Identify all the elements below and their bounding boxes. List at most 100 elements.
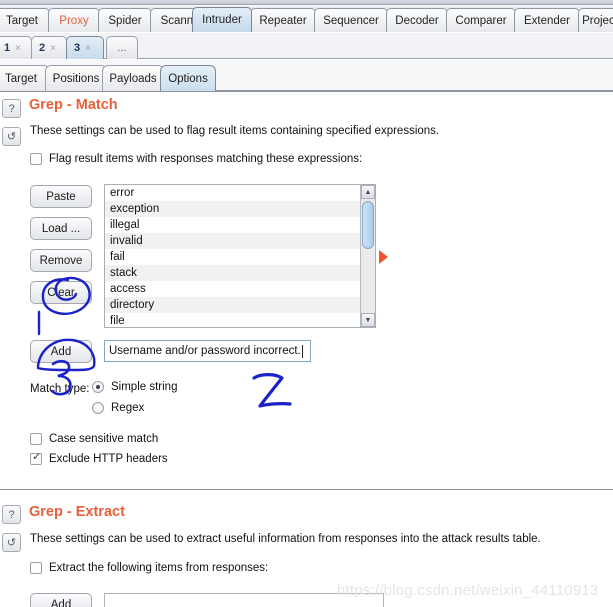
match-type-regex-radio[interactable]: [92, 402, 104, 414]
add-extract-button-label: Add: [50, 598, 72, 607]
main-tab-bar: Target Proxy Spider Scanner Intruder Rep…: [0, 6, 613, 32]
tab-project-options[interactable]: Project op: [578, 8, 613, 32]
tab-intruder[interactable]: Intruder: [192, 7, 252, 32]
watermark: https://blog.csdn.net/weixin_44110913: [337, 582, 599, 599]
grep-match-restore-button[interactable]: ↺: [2, 127, 21, 146]
exclude-http-headers-checkbox[interactable]: [30, 451, 42, 465]
question-mark-icon: ?: [8, 508, 15, 521]
match-type-regex-row[interactable]: Regex: [92, 402, 144, 414]
list-marker-triangle-icon: [379, 250, 388, 264]
annotation-marker-1: [32, 310, 50, 336]
match-expressions-list[interactable]: error exception illegal invalid fail sta…: [104, 184, 376, 328]
attack-tab-1[interactable]: 1 ×: [0, 36, 32, 59]
clear-button[interactable]: Clear: [30, 281, 92, 304]
sub-tab-label: Options: [168, 72, 208, 85]
attack-tab-more-label: ...: [117, 42, 127, 54]
match-type-simple-string-radio[interactable]: [92, 381, 104, 393]
scroll-up-button[interactable]: ▲: [361, 185, 375, 199]
list-item[interactable]: illegal: [105, 217, 375, 233]
flag-result-items-checkbox-row[interactable]: Flag result items with responses matchin…: [30, 153, 362, 165]
tab-spider[interactable]: Spider: [98, 8, 152, 32]
grep-extract-help-button[interactable]: ?: [2, 505, 21, 524]
sub-tab-label: Positions: [52, 72, 100, 85]
caret-up-icon: ▲: [364, 188, 372, 196]
remove-button-label: Remove: [39, 254, 83, 267]
grep-extract-title: Grep - Extract: [29, 504, 125, 520]
list-item[interactable]: invalid: [105, 233, 375, 249]
grep-match-description: These settings can be used to flag resul…: [30, 125, 440, 137]
exclude-http-headers-label: Exclude HTTP headers: [49, 453, 168, 465]
tab-label: Target: [6, 14, 38, 27]
match-type-regex-label: Regex: [111, 402, 145, 414]
intruder-sub-tab-bar: Target Positions Payloads Options: [0, 60, 613, 92]
sub-tab-positions[interactable]: Positions: [45, 65, 107, 91]
match-list-scrollbar[interactable]: ▲ ▼: [360, 185, 375, 327]
sub-tab-options[interactable]: Options: [160, 65, 216, 91]
attack-tab-3[interactable]: 3 ×: [66, 36, 104, 59]
sub-tab-label: Target: [5, 72, 37, 85]
close-icon[interactable]: ×: [85, 43, 91, 54]
tab-label: Project op: [582, 14, 613, 27]
add-extract-button[interactable]: Add: [30, 593, 92, 607]
list-item[interactable]: exception: [105, 201, 375, 217]
attack-tab-2[interactable]: 2 ×: [31, 36, 67, 59]
grep-extract-restore-button[interactable]: ↺: [2, 533, 21, 552]
extract-items-checkbox-row[interactable]: Extract the following items from respons…: [30, 562, 268, 574]
tab-label: Comparer: [455, 14, 507, 27]
tab-decoder[interactable]: Decoder: [386, 8, 448, 32]
tab-sequencer[interactable]: Sequencer: [314, 8, 388, 32]
grep-extract-title-sep: -: [62, 504, 76, 520]
list-item[interactable]: stack: [105, 265, 375, 281]
list-item[interactable]: directory: [105, 297, 375, 313]
flag-result-items-checkbox[interactable]: [30, 153, 42, 165]
tab-target[interactable]: Target: [0, 8, 50, 32]
new-match-expression-input[interactable]: Username and/or password incorrect.: [104, 340, 311, 362]
case-sensitive-checkbox[interactable]: [30, 433, 42, 445]
tab-label: Sequencer: [323, 14, 379, 27]
paste-button[interactable]: Paste: [30, 185, 92, 208]
case-sensitive-label: Case sensitive match: [49, 433, 159, 445]
tab-label: Intruder: [202, 14, 242, 26]
restore-icon: ↺: [6, 537, 17, 549]
grep-match-help-button[interactable]: ?: [2, 99, 21, 118]
list-item[interactable]: file: [105, 313, 375, 327]
grep-extract-description: These settings can be used to extract us…: [30, 533, 541, 545]
sub-tab-payloads[interactable]: Payloads: [102, 65, 164, 91]
extract-items-label: Extract the following items from respons…: [49, 562, 269, 574]
add-match-button[interactable]: Add: [30, 340, 92, 363]
close-icon[interactable]: ×: [15, 43, 21, 54]
close-icon[interactable]: ×: [50, 43, 56, 54]
tab-repeater[interactable]: Repeater: [250, 8, 316, 32]
case-sensitive-checkbox-row[interactable]: Case sensitive match: [30, 433, 158, 445]
attack-tab-label: 2: [39, 42, 46, 54]
flag-result-items-label: Flag result items with responses matchin…: [49, 153, 363, 165]
annotation-marker-2: [250, 372, 296, 414]
grep-match-title-sub: Match: [75, 97, 118, 113]
list-item[interactable]: access: [105, 281, 375, 297]
scroll-down-button[interactable]: ▼: [361, 313, 375, 327]
tab-extender[interactable]: Extender: [514, 8, 580, 32]
list-item[interactable]: error: [105, 185, 375, 201]
question-mark-icon: ?: [8, 102, 15, 115]
remove-button[interactable]: Remove: [30, 249, 92, 272]
tab-label: Spider: [108, 14, 142, 27]
match-type-simple-string-row[interactable]: Simple string: [92, 381, 177, 393]
attack-tab-more[interactable]: ...: [106, 36, 138, 59]
grep-match-title-main: Grep: [29, 97, 63, 113]
exclude-http-headers-checkbox-row[interactable]: Exclude HTTP headers: [30, 451, 168, 465]
attack-tab-label: 1: [4, 42, 11, 54]
tab-proxy[interactable]: Proxy: [48, 8, 100, 32]
window-title-strip: [0, 0, 613, 5]
load-button[interactable]: Load ...: [30, 217, 92, 240]
tab-label: Repeater: [259, 14, 307, 27]
tab-label: Decoder: [395, 14, 439, 27]
scrollbar-thumb[interactable]: [362, 201, 374, 249]
new-match-expression-value: Username and/or password incorrect.: [109, 345, 301, 357]
match-type-label: Match type:: [30, 383, 90, 395]
sub-tab-target[interactable]: Target: [0, 65, 50, 91]
tab-comparer[interactable]: Comparer: [446, 8, 516, 32]
extract-items-checkbox[interactable]: [30, 562, 42, 574]
list-item[interactable]: fail: [105, 249, 375, 265]
add-match-button-label: Add: [50, 345, 72, 358]
grep-extract-title-sub: Extract: [75, 504, 125, 520]
